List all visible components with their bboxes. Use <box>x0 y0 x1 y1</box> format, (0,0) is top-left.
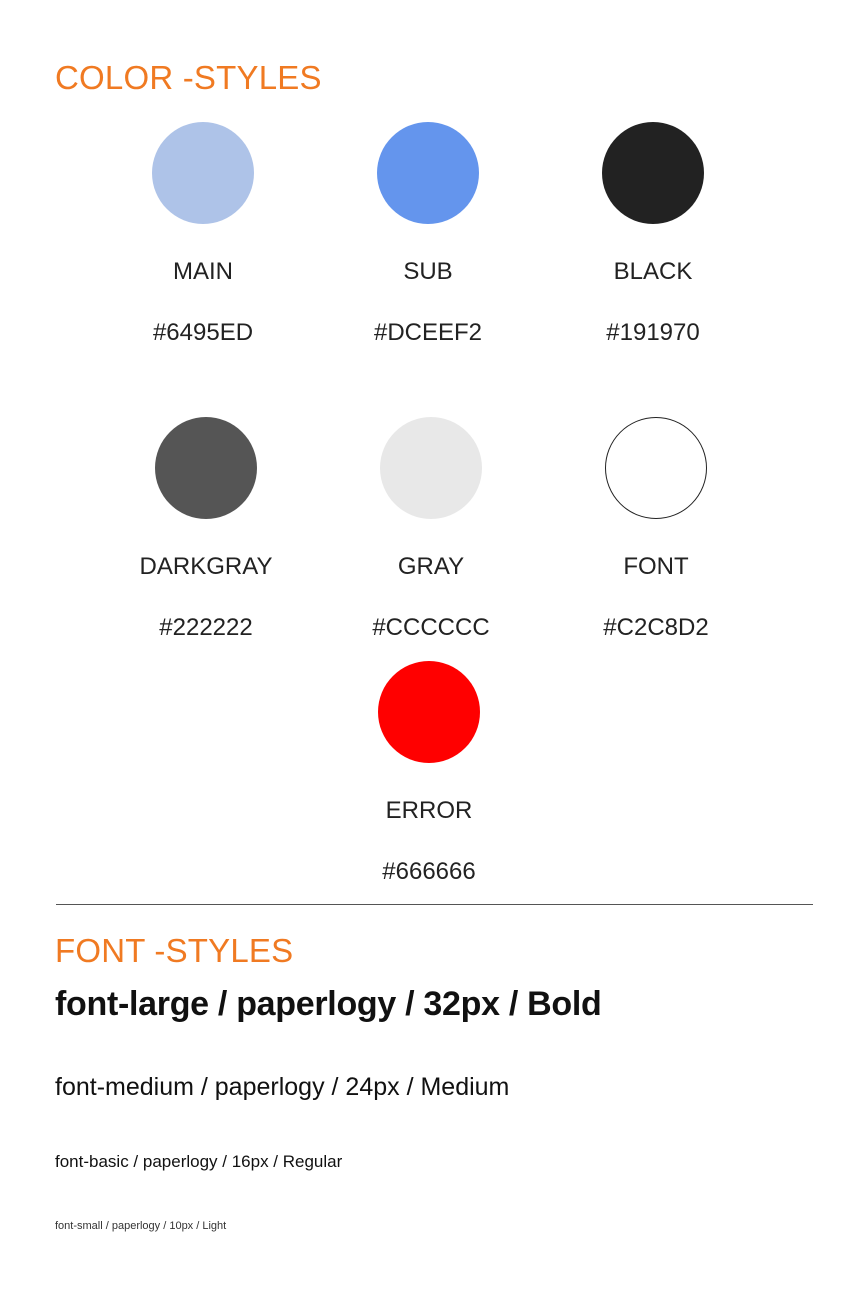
font-sample-large: font-large / paperlogy / 32px / Bold <box>55 985 602 1023</box>
color-circle-black <box>602 122 704 224</box>
swatch-sub: SUB #DCEEF2 <box>328 122 528 347</box>
swatch-gray: GRAY #CCCCCC <box>331 417 531 642</box>
color-styles-title: COLOR -STYLES <box>55 59 322 96</box>
color-circle-darkgray <box>155 417 257 519</box>
font-sample-medium: font-medium / paperlogy / 24px / Medium <box>55 1073 510 1101</box>
swatch-hex: #222222 <box>159 614 253 641</box>
swatch-name: ERROR <box>385 797 473 824</box>
swatch-name: GRAY <box>397 553 465 580</box>
color-circle-sub <box>377 122 479 224</box>
swatch-error: ERROR #666666 <box>329 661 529 886</box>
color-circle-gray <box>380 417 482 519</box>
swatch-name: MAIN <box>173 258 233 285</box>
font-styles-title: FONT -STYLES <box>55 932 294 969</box>
font-sample-small: font-small / paperlogy / 10px / Light <box>55 1220 227 1232</box>
section-divider <box>56 904 813 905</box>
font-sample-basic: font-basic / paperlogy / 16px / Regular <box>55 1152 343 1171</box>
color-circle-font <box>605 417 707 519</box>
color-circle-main <box>152 122 254 224</box>
swatch-hex: #CCCCCC <box>372 614 490 641</box>
swatch-main: MAIN #6495ED <box>103 122 303 347</box>
swatch-black: BLACK #191970 <box>553 122 753 347</box>
swatch-darkgray: DARKGRAY #222222 <box>106 417 306 642</box>
swatch-hex: #191970 <box>606 319 700 346</box>
swatch-name: BLACK <box>613 258 693 285</box>
swatch-font: FONT #C2C8D2 <box>556 417 756 642</box>
swatch-name: DARKGRAY <box>139 553 273 580</box>
swatch-name: FONT <box>623 553 689 580</box>
swatch-hex: #DCEEF2 <box>373 319 483 346</box>
swatch-name: SUB <box>403 258 453 285</box>
swatch-hex: #C2C8D2 <box>603 614 709 641</box>
color-circle-error <box>378 661 480 763</box>
swatch-hex: #6495ED <box>152 319 254 346</box>
swatch-hex: #666666 <box>382 858 476 885</box>
